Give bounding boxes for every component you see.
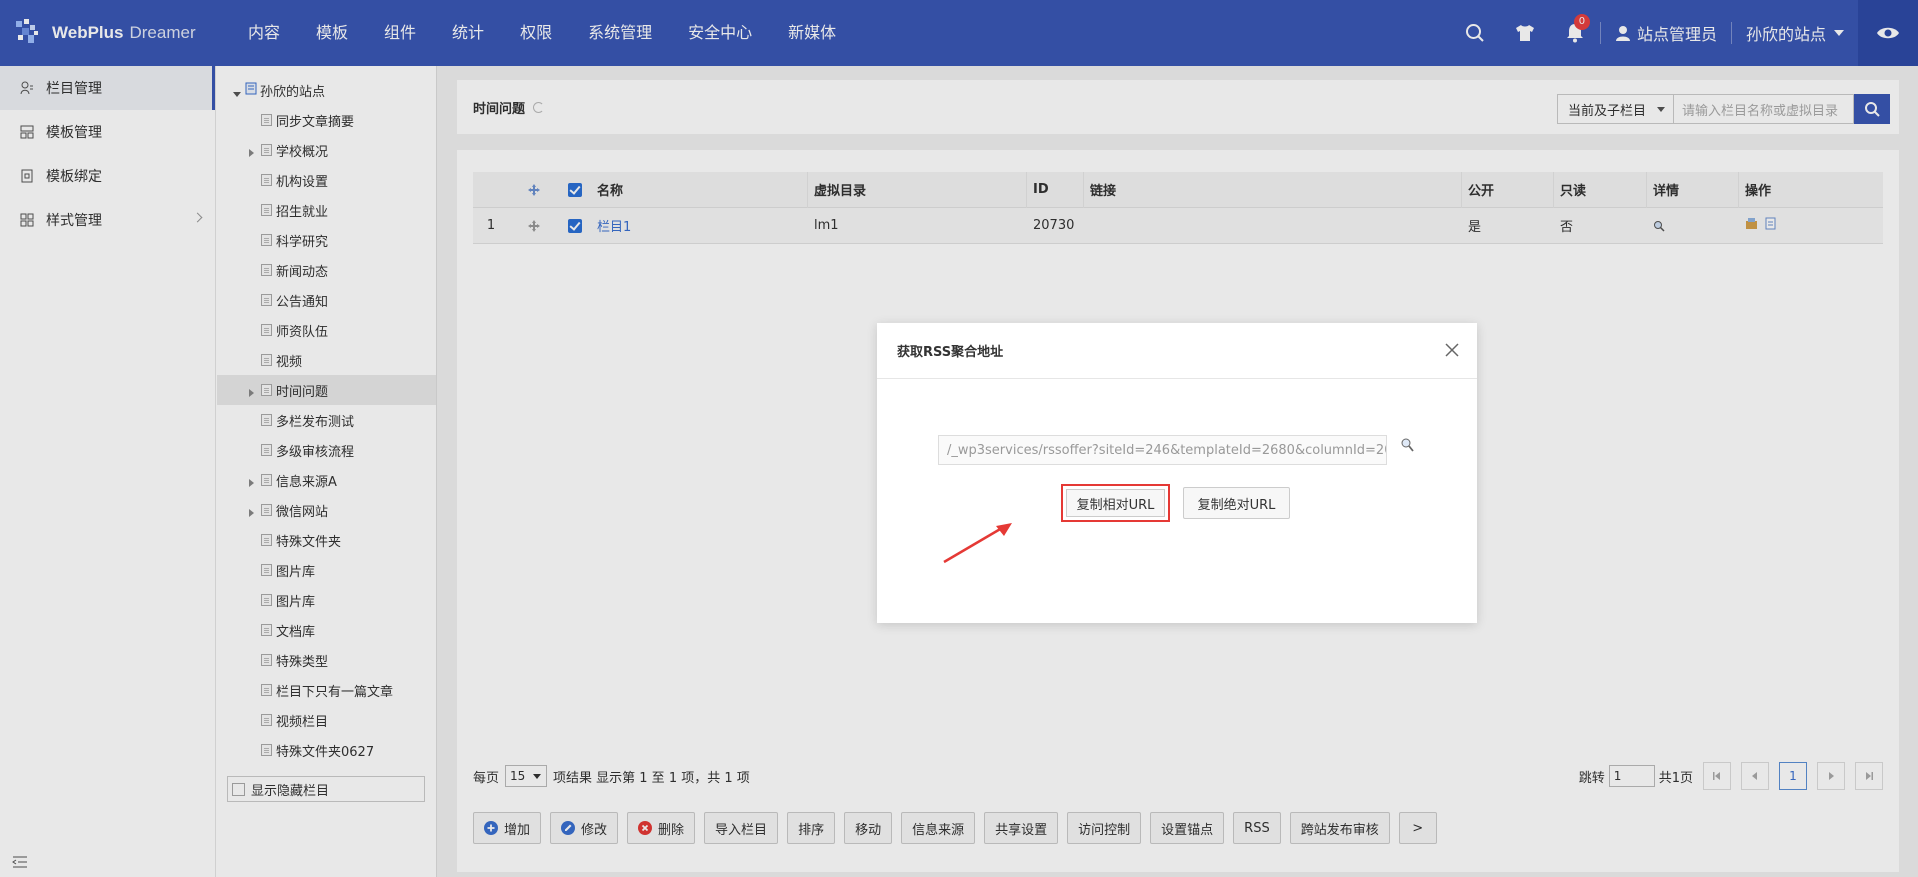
close-icon[interactable]: [1443, 341, 1461, 359]
rss-dialog: 获取RSS聚合地址 /_wp3services/rssoffer?siteId=…: [877, 323, 1477, 623]
copy-absolute-url-button[interactable]: 复制绝对URL: [1183, 487, 1290, 519]
annotation-arrow-icon: [943, 523, 1012, 564]
rss-url-value: /_wp3services/rssoffer?siteId=246&templa…: [947, 442, 1387, 458]
rss-url-field[interactable]: /_wp3services/rssoffer?siteId=246&templa…: [938, 435, 1387, 465]
search-icon[interactable]: [1400, 437, 1416, 455]
dialog-title: 获取RSS聚合地址: [897, 345, 1004, 360]
highlight-box: 复制相对URL: [1061, 484, 1170, 522]
copy-relative-url-button[interactable]: 复制相对URL: [1066, 489, 1165, 517]
